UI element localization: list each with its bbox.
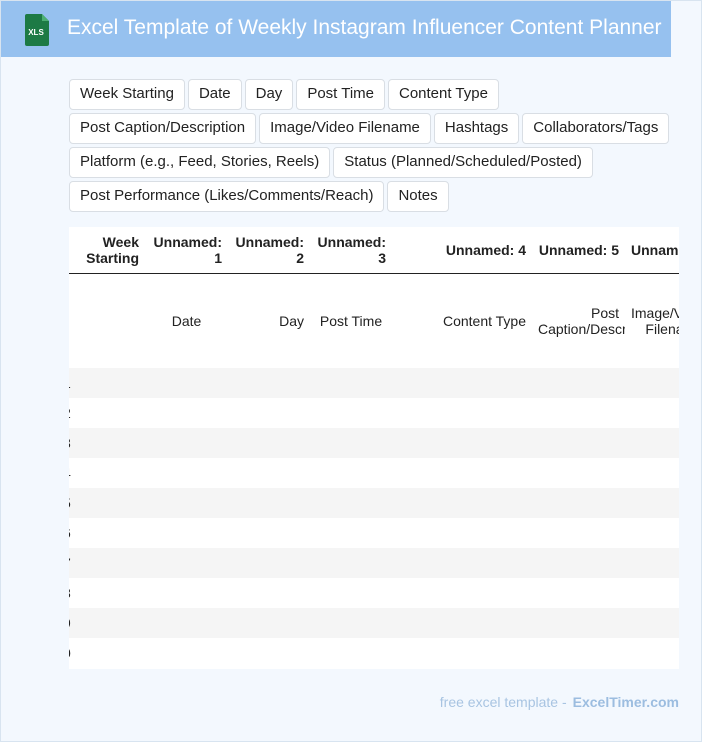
- table-row[interactable]: 5: [69, 488, 679, 518]
- planner-table-container[interactable]: Week Starting Unnamed: 1 Unnamed: 2 Unna…: [69, 227, 679, 669]
- subheader-image-video: Image/Video Filename: [631, 305, 679, 337]
- subheader-post-caption: Post Caption/Description: [538, 305, 625, 337]
- chip-date[interactable]: Date: [187, 79, 242, 110]
- table-row[interactable]: 0: [69, 638, 679, 668]
- chip-post-caption[interactable]: Post Caption/Description: [69, 113, 257, 144]
- footer-brand-link[interactable]: ExcelTimer.com: [573, 694, 679, 710]
- subheader-post-time: Post Time: [319, 313, 383, 329]
- row-index-cell: 9: [69, 608, 89, 638]
- row-index-cell: 2: [69, 398, 89, 428]
- row-cells[interactable]: [89, 488, 679, 518]
- subheader-day: Day: [279, 313, 304, 329]
- row-index-cell: 3: [69, 428, 89, 458]
- header-unnamed-6: Unnam: [625, 227, 679, 274]
- header-unnamed-5: Unnamed: 5: [532, 227, 625, 274]
- chip-content-type[interactable]: Content Type: [388, 79, 499, 110]
- page-frame: XLS Excel Template of Weekly Instagram I…: [0, 0, 702, 742]
- table-row[interactable]: 4: [69, 458, 679, 488]
- table-row[interactable]: 7: [69, 548, 679, 578]
- xls-file-icon: XLS: [25, 14, 49, 46]
- footer-prefix: free excel template -: [439, 694, 567, 710]
- chip-hashtags[interactable]: Hashtags: [433, 113, 520, 144]
- row-cells[interactable]: [89, 638, 679, 668]
- row-cells[interactable]: [89, 368, 679, 398]
- row-index-cell: 0: [69, 638, 89, 668]
- row-index-cell: 1: [69, 368, 89, 398]
- chip-notes[interactable]: Notes: [387, 181, 449, 212]
- subheader-content-type: Content Type: [442, 313, 526, 329]
- chip-status[interactable]: Status (Planned/Scheduled/Posted): [333, 147, 593, 178]
- table-row[interactable]: 1: [69, 368, 679, 398]
- row-cells[interactable]: [89, 398, 679, 428]
- chip-post-time[interactable]: Post Time: [296, 79, 385, 110]
- header-unnamed-4: Unnamed: 4: [392, 227, 532, 274]
- chip-collaborators[interactable]: Collaborators/Tags: [522, 113, 670, 144]
- row-cells[interactable]: [89, 458, 679, 488]
- subheader-week-starting: [69, 274, 145, 369]
- table-row[interactable]: 8: [69, 578, 679, 608]
- column-chip-list: Week Starting Date Day Post Time Content…: [69, 79, 689, 215]
- header-row-2: 0 Date Day Post Time Content Type Post C…: [69, 274, 679, 369]
- chip-platform[interactable]: Platform (e.g., Feed, Stories, Reels): [69, 147, 331, 178]
- subheader-date: Date: [171, 313, 202, 329]
- chip-day[interactable]: Day: [244, 79, 294, 110]
- chip-image-video-filename[interactable]: Image/Video Filename: [259, 113, 431, 144]
- row-cells[interactable]: [89, 578, 679, 608]
- footer-credit: free excel template - ExcelTimer.com: [440, 694, 679, 710]
- chip-post-performance[interactable]: Post Performance (Likes/Comments/Reach): [69, 181, 385, 212]
- row-cells[interactable]: [89, 428, 679, 458]
- row-index-cell: 6: [69, 518, 89, 548]
- row-index-cell: 5: [69, 488, 89, 518]
- header-unnamed-1: Unnamed: 1: [145, 227, 228, 274]
- planner-table-rows: 1234567890: [69, 368, 679, 668]
- table-row[interactable]: 9: [69, 608, 679, 638]
- row-cells[interactable]: [89, 608, 679, 638]
- chip-week-starting[interactable]: Week Starting: [69, 79, 185, 110]
- row-cells[interactable]: [89, 518, 679, 548]
- row-index-cell: 4: [69, 458, 89, 488]
- page-title: Excel Template of Weekly Instagram Influ…: [67, 16, 662, 39]
- table-row[interactable]: 6: [69, 518, 679, 548]
- header-row-1: Week Starting Unnamed: 1 Unnamed: 2 Unna…: [69, 227, 679, 274]
- header-week-starting: Week Starting: [69, 227, 145, 274]
- header-unnamed-2: Unnamed: 2: [228, 227, 310, 274]
- planner-table: Week Starting Unnamed: 1 Unnamed: 2 Unna…: [69, 227, 679, 368]
- xls-icon-label: XLS: [28, 28, 44, 37]
- row-index-cell: 8: [69, 578, 89, 608]
- title-bar: XLS Excel Template of Weekly Instagram I…: [1, 1, 671, 57]
- row-cells[interactable]: [89, 548, 679, 578]
- table-row[interactable]: 2: [69, 398, 679, 428]
- row-index-cell: 7: [69, 548, 89, 578]
- table-row[interactable]: 3: [69, 428, 679, 458]
- header-unnamed-3: Unnamed: 3: [310, 227, 392, 274]
